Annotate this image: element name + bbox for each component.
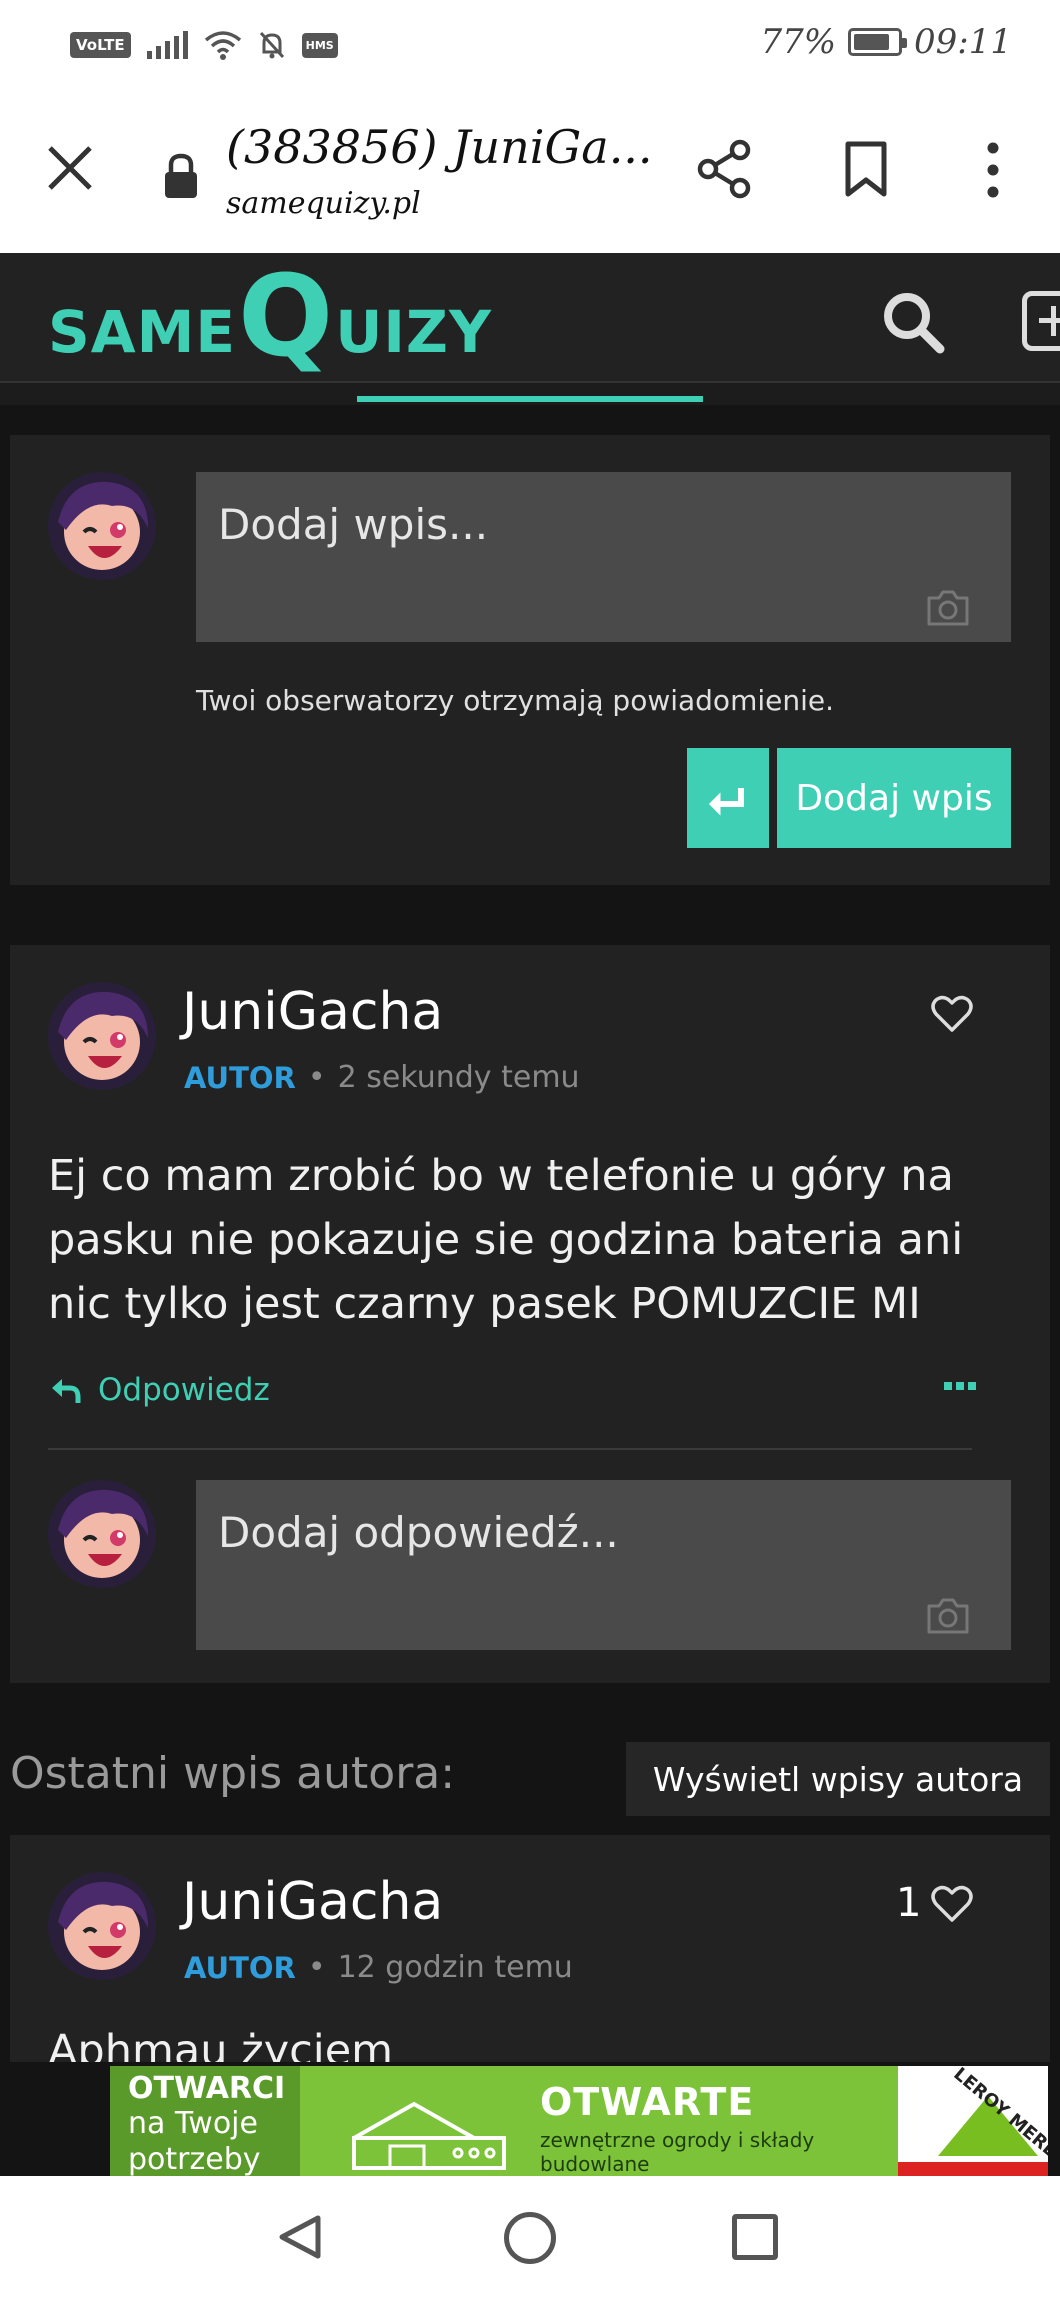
- enter-icon: [708, 788, 744, 816]
- ad-subtext-line2: budowlane: [540, 2152, 650, 2176]
- camera-icon[interactable]: [925, 588, 971, 628]
- share-icon[interactable]: [694, 138, 756, 200]
- close-icon[interactable]: [42, 140, 98, 196]
- battery-icon: [848, 28, 908, 56]
- heart-icon[interactable]: [930, 1884, 974, 1924]
- author-badge: AUTOR: [184, 1060, 296, 1095]
- active-tab-indicator: [357, 396, 703, 402]
- ad-brand-logo: LEROY MERLIN: [898, 2066, 1048, 2176]
- browser-toolbar: (383856) JuniGa... samequizy.pl: [0, 90, 1060, 253]
- clock: 09:11: [914, 22, 1012, 62]
- more-vert-icon[interactable]: [978, 140, 1008, 200]
- enter-button[interactable]: [687, 748, 769, 848]
- meta-separator: •: [307, 1060, 326, 1095]
- ad-headline: OTWARTE: [540, 2080, 755, 2124]
- page-url[interactable]: samequizy.pl: [226, 186, 421, 221]
- battery-percent: 77%: [760, 22, 837, 62]
- author-name[interactable]: JuniGacha: [182, 982, 443, 1042]
- post-meta: AUTOR • 2 sekundy temu: [184, 1060, 580, 1095]
- reply-label: Odpowiedz: [98, 1372, 270, 1408]
- author-name[interactable]: JuniGacha: [182, 1872, 443, 1932]
- post-input-placeholder: Dodaj wpis...: [218, 500, 489, 549]
- reply-input-placeholder: Dodaj odpowiedź...: [218, 1508, 619, 1557]
- site-logo[interactable]: SAME Q UIZY: [48, 252, 492, 382]
- meta-separator: •: [307, 1950, 326, 1985]
- ad-banner[interactable]: OTWARCI na Twoje potrzeby OTWARTE zewnęt…: [110, 2066, 1048, 2176]
- add-icon[interactable]: [1022, 291, 1060, 351]
- divider: [48, 1448, 972, 1450]
- avatar[interactable]: [48, 982, 156, 1090]
- reply-input[interactable]: Dodaj odpowiedź...: [196, 1480, 1011, 1650]
- page-title[interactable]: (383856) JuniGa...: [226, 120, 653, 174]
- section-label: Ostatni wpis autora:: [10, 1748, 456, 1799]
- post-time: 12 godzin temu: [337, 1950, 573, 1985]
- lock-icon: [165, 153, 197, 198]
- ad-left-line3: potrzeby: [128, 2142, 261, 2176]
- bookmark-icon[interactable]: [842, 140, 890, 198]
- mute-bell-icon: [259, 31, 284, 59]
- follower-notice: Twoi obserwatorzy otrzymają powiadomieni…: [196, 684, 834, 717]
- svg-text:LEROY MERLIN: LEROY MERLIN: [949, 2066, 1048, 2175]
- post-input[interactable]: Dodaj wpis...: [196, 472, 1011, 642]
- wifi-icon: [204, 31, 241, 60]
- ad-left-line2: na Twoje: [128, 2106, 258, 2141]
- hms-icon: HMS: [301, 32, 338, 58]
- signal-icon: [146, 31, 188, 59]
- ad-subtext-line1: zewnętrzne ogrody i składy: [540, 2128, 815, 2152]
- logo-text-uizy: UIZY: [335, 298, 492, 366]
- camera-icon[interactable]: [925, 1596, 971, 1636]
- reply-icon: [52, 1379, 81, 1403]
- post-time: 2 sekundy temu: [337, 1060, 580, 1095]
- status-bar: VoLTE HMS 77% 09:11: [0, 0, 1060, 90]
- ad-left-panel: OTWARCI na Twoje potrzeby: [110, 2066, 300, 2176]
- status-right: 77% 09:11: [760, 22, 1012, 62]
- logo-text-q: Q: [238, 252, 334, 382]
- system-nav-bar: [0, 2176, 1060, 2297]
- site-header: SAME Q UIZY: [0, 253, 1060, 383]
- recents-icon[interactable]: [732, 2214, 778, 2260]
- author-badge: AUTOR: [184, 1950, 296, 1985]
- search-icon[interactable]: [880, 289, 946, 355]
- ad-left-line1: OTWARCI: [128, 2071, 286, 2106]
- avatar[interactable]: [48, 1872, 156, 1980]
- home-icon[interactable]: [504, 2212, 556, 2264]
- view-author-posts-button[interactable]: Wyświetl wpisy autora: [626, 1742, 1050, 1816]
- avatar[interactable]: [48, 1480, 156, 1588]
- back-icon[interactable]: [276, 2212, 326, 2262]
- status-left: VoLTE HMS: [70, 30, 338, 60]
- add-post-button[interactable]: Dodaj wpis: [777, 748, 1011, 848]
- more-horiz-icon[interactable]: [944, 1382, 976, 1390]
- reply-button[interactable]: Odpowiedz: [48, 1372, 270, 1408]
- house-icon: [352, 2101, 506, 2170]
- post-text: Ej co mam zrobić bo w telefonie u góry n…: [48, 1151, 964, 1329]
- volte-icon: VoLTE: [70, 32, 131, 58]
- logo-text-same: SAME: [48, 298, 236, 366]
- heart-icon[interactable]: [930, 994, 974, 1034]
- ad-subtext: zewnętrzne ogrody i składy budowlane: [540, 2128, 814, 2176]
- post-meta: AUTOR • 12 godzin temu: [184, 1950, 573, 1985]
- like-count: 1: [896, 1880, 922, 1926]
- avatar[interactable]: [48, 472, 156, 580]
